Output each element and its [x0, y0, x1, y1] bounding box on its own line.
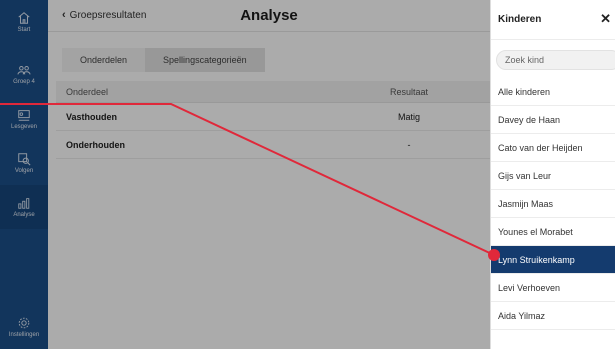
drawer-header: Kinderen ✕: [491, 0, 615, 40]
modal-backdrop[interactable]: [0, 0, 490, 349]
children-drawer: Kinderen ✕ Zoek kind Alle kinderen Davey…: [490, 0, 615, 349]
child-item[interactable]: Levi Verhoeven: [491, 274, 615, 302]
child-item[interactable]: Davey de Haan: [491, 106, 615, 134]
child-item[interactable]: Younes el Morabet: [491, 218, 615, 246]
child-item-selected[interactable]: Lynn Struikenkamp: [491, 246, 615, 274]
child-item[interactable]: Jasmijn Maas: [491, 190, 615, 218]
child-item[interactable]: Cato van der Heijden: [491, 134, 615, 162]
close-icon[interactable]: ✕: [600, 11, 611, 27]
drawer-title: Kinderen: [498, 14, 542, 25]
search-input[interactable]: Zoek kind: [496, 50, 615, 70]
child-item[interactable]: Aida Yilmaz: [491, 302, 615, 330]
child-item[interactable]: Gijs van Leur: [491, 162, 615, 190]
child-item-all[interactable]: Alle kinderen: [491, 78, 615, 106]
